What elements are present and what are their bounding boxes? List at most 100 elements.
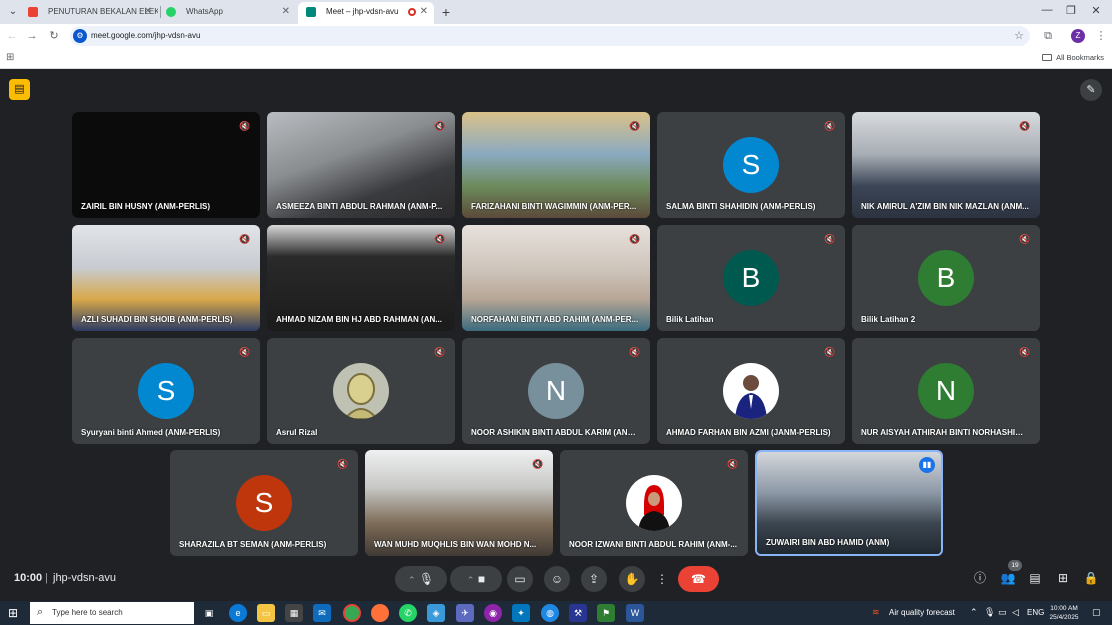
new-tab-button[interactable]: + [438,2,454,22]
camera-button[interactable]: ⌃ ■ [450,566,502,592]
participant-name: NOOR IZWANI BINTI ABDUL RAHIM (ANM-... [569,540,737,549]
raise-hand-button[interactable]: ✋ [619,566,645,592]
participant-name: WAN MUHD MUQHLIS BIN WAN MOHD N... [374,540,537,549]
task-view-icon[interactable]: ▣ [200,604,218,622]
participant-tile[interactable]: ASMEEZA BINTI ABDUL RAHMAN (ANM-P... 🔇 [267,112,455,218]
people-icon[interactable]: 👥 [998,568,1018,588]
mic-muted-icon: 🔇 [434,121,446,131]
app-icon[interactable]: ◉ [484,604,502,622]
more-menu-icon[interactable]: ⋮ [1093,28,1109,44]
more-options-button[interactable]: ⋮ [653,566,671,592]
language-indicator[interactable]: ENG [1027,601,1044,625]
participant-name: ZAIRIL BIN HUSNY (ANM-PERLIS) [81,202,211,211]
folder-icon [1042,54,1053,61]
restore-icon[interactable]: ❐ [1061,4,1081,17]
participant-tile[interactable]: AHMAD NIZAM BIN HJ ABD RAHMAN (AN... 🔇 [267,225,455,331]
leave-call-button[interactable]: ☎ [678,566,719,592]
site-info-icon[interactable]: ⚙ [73,29,87,43]
whatsapp-icon [166,7,176,17]
chevron-up-icon[interactable]: ⌃ [970,607,978,618]
host-controls-icon[interactable]: 🔒 [1081,568,1101,588]
weather-icon[interactable]: ≋ [872,607,880,618]
app-icon[interactable]: ⚒ [569,604,587,622]
microphone-button[interactable]: ⌃ 🎙 [395,566,447,592]
close-tab-icon[interactable]: ✕ [282,2,290,22]
minimize-icon[interactable]: — [1037,4,1057,16]
participant-tile[interactable]: B Bilik Latihan 2 🔇 [852,225,1040,331]
participant-tile[interactable]: NORFAHANI BINTI ABD RAHIM (ANM-PER... 🔇 [462,225,650,331]
layout-edit-icon[interactable]: ✎ [1080,79,1102,101]
profile-avatar[interactable]: Z [1071,29,1085,43]
edge-icon[interactable]: e [229,604,247,622]
participant-tile[interactable]: FARIZAHANI BINTI WAGIMMIN (ANM-PER... 🔇 [462,112,650,218]
forward-icon[interactable]: → [24,28,40,44]
close-tab-icon[interactable]: ✕ [144,2,152,22]
participant-tile[interactable]: AHMAD FARHAN BIN AZMI (JANM-PERLIS) 🔇 [657,338,845,444]
volume-icon[interactable]: ◁ [1012,607,1019,618]
captions-button[interactable]: ▭ [507,566,533,592]
participant-tile[interactable]: B Bilik Latihan 🔇 [657,225,845,331]
chevron-up-icon[interactable]: ⌃ [467,575,475,585]
participant-tile[interactable]: WAN MUHD MUQHLIS BIN WAN MOHD N... 🔇 [365,450,553,556]
present-button[interactable]: ⇪ [581,566,607,592]
mail-icon[interactable]: ✉ [313,604,331,622]
close-tab-icon[interactable]: ✕ [420,2,428,22]
participant-tile[interactable]: Asrul Rizal 🔇 [267,338,455,444]
participant-tile[interactable]: S SHARAZILA BT SEMAN (ANM-PERLIS) 🔇 [170,450,358,556]
tab-email[interactable]: PENUTURAN BEKALAN ELEKTRIK ✕ [20,2,158,24]
windows-start-icon[interactable]: ⊞ [8,606,22,620]
meeting-code: jhp-vdsn-avu [53,572,116,584]
tab-meet[interactable]: Meet – jhp-vdsn-avu ✕ [298,2,434,24]
all-bookmarks-button[interactable]: All Bookmarks [1042,49,1104,67]
firefox-icon[interactable] [371,604,389,622]
chevron-up-icon[interactable]: ⌃ [408,575,416,585]
store-icon[interactable]: ▦ [285,604,303,622]
participant-tile[interactable]: NIK AMIRUL A'ZIM BIN NIK MAZLAN (ANM... 🔇 [852,112,1040,218]
word-icon[interactable]: W [626,604,644,622]
participant-tile[interactable]: N NUR AISYAH ATHIRAH BINTI NORHASHIMI ...… [852,338,1040,444]
participant-tile[interactable]: N NOOR ASHIKIN BINTI ABDUL KARIM (ANM... 🔇 [462,338,650,444]
network-icon[interactable]: ▭ [998,607,1007,618]
participant-avatar: S [138,363,194,419]
back-icon[interactable]: ← [4,28,20,44]
taskbar-clock[interactable]: 10:00 AM 25/4/2025 [1046,604,1082,622]
globe-icon[interactable]: ◍ [541,604,559,622]
meeting-info-icon[interactable]: ⓘ [970,568,990,588]
mic-muted-icon: 🔇 [434,347,446,357]
app-icon[interactable]: ◈ [427,604,445,622]
search-placeholder: Type here to search [52,608,123,617]
participant-tile[interactable]: S SALMA BINTI SHAHIDIN (ANM-PERLIS) 🔇 [657,112,845,218]
app-icon[interactable]: ✦ [512,604,530,622]
close-window-icon[interactable]: ✕ [1086,4,1106,17]
taskbar-search[interactable]: ⌕ Type here to search [30,602,194,624]
participant-avatar: N [528,363,584,419]
meeting-controls-bar: 10:00 | jhp-vdsn-avu ⌃ 🎙 ⌃ ■ ▭ ☺ ⇪ ✋ ⋮ ☎… [0,560,1112,600]
app-icon[interactable]: ✈ [456,604,474,622]
activities-icon[interactable]: ⊞ [1053,568,1073,588]
participant-name: Syuryani binti Ahmed (ANM-PERLIS) [81,428,221,437]
participant-tile[interactable]: ZUWAIRI BIN ABD HAMID (ANM) ▮▮ [755,450,943,556]
participant-tile[interactable]: S Syuryani binti Ahmed (ANM-PERLIS) 🔇 [72,338,260,444]
url-text[interactable]: meet.google.com/jhp-vdsn-avu [91,26,200,46]
participant-photo-avatar [333,363,389,419]
activity-icon[interactable]: ▤ [9,79,30,100]
emoji-button[interactable]: ☺ [544,566,570,592]
reload-icon[interactable]: ↻ [46,28,62,44]
chat-icon[interactable]: ▤ [1025,568,1045,588]
weather-text[interactable]: Air quality forecast [889,601,955,625]
bookmark-star-icon[interactable]: ☆ [1014,26,1024,46]
participant-tile[interactable]: AZLI SUHADI BIN SHOIB (ANM-PERLIS) 🔇 [72,225,260,331]
apps-grid-icon[interactable]: ⊞ [6,52,18,64]
extensions-icon[interactable]: ⧉ [1040,28,1056,44]
chrome-icon[interactable] [343,604,361,622]
app-icon[interactable]: ⚑ [597,604,615,622]
file-explorer-icon[interactable]: ▭ [257,604,275,622]
tab-whatsapp[interactable]: WhatsApp ✕ [158,2,296,24]
microphone-tray-icon[interactable]: 🎙 [984,607,995,618]
notifications-icon[interactable]: ▢ [1092,607,1101,618]
address-bar[interactable]: ⚙ meet.google.com/jhp-vdsn-avu ☆ [70,26,1030,46]
whatsapp-icon[interactable]: ✆ [399,604,417,622]
participant-tile[interactable]: NOOR IZWANI BINTI ABDUL RAHIM (ANM-... 🔇 [560,450,748,556]
participant-tile[interactable]: ZAIRIL BIN HUSNY (ANM-PERLIS) 🔇 [72,112,260,218]
participant-avatar: B [723,250,779,306]
